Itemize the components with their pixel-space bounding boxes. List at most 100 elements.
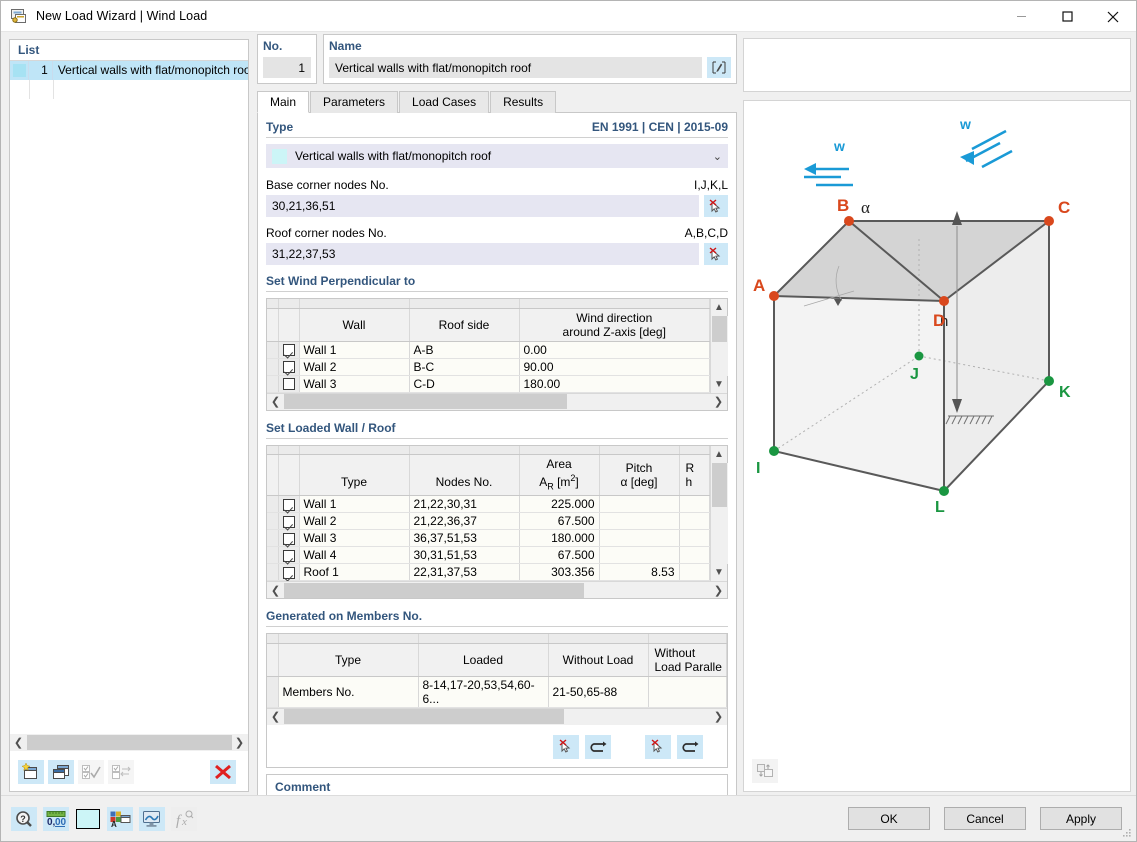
color-swatch-icon xyxy=(76,809,100,829)
scroll-thumb[interactable] xyxy=(284,709,564,724)
scroll-thumb[interactable] xyxy=(284,583,584,598)
name-field-group: Name Vertical walls with flat/monopitch … xyxy=(323,34,737,84)
wind-perp-checkbox[interactable] xyxy=(278,375,299,392)
name-input[interactable]: Vertical walls with flat/monopitch roof xyxy=(329,57,702,78)
table-row[interactable]: Roof 1 22,31,37,53 303.356 8.53 xyxy=(267,564,710,581)
scroll-right-icon[interactable]: ❯ xyxy=(710,584,727,597)
scroll-left-icon[interactable]: ❮ xyxy=(267,710,284,723)
tab-load-cases[interactable]: Load Cases xyxy=(399,91,489,113)
table-row[interactable]: Wall 3 36,37,51,53 180.000 xyxy=(267,530,710,547)
tab-parameters[interactable]: Parameters xyxy=(310,91,398,113)
pick-node-cursor-icon[interactable] xyxy=(704,195,728,217)
scroll-left-icon[interactable]: ❮ xyxy=(267,395,284,408)
maximize-button[interactable] xyxy=(1044,1,1090,32)
loaded-wall-vertical-scrollbar[interactable]: ▲ ▼ xyxy=(710,446,727,582)
scroll-thumb[interactable] xyxy=(712,316,727,342)
loaded-wall-checkbox[interactable] xyxy=(278,513,299,530)
close-button[interactable] xyxy=(1090,1,1136,32)
formula-button[interactable]: f x xyxy=(171,807,197,831)
type-combobox[interactable]: Vertical walls with flat/monopitch roof … xyxy=(266,144,728,168)
roof-corner-input[interactable]: 31,22,37,53 xyxy=(266,243,699,265)
generated-members-grid: Type Loaded Without Load Without Load Pa… xyxy=(267,634,727,708)
scroll-track[interactable] xyxy=(711,463,728,565)
wind-perp-checkbox[interactable] xyxy=(278,341,299,358)
reset-loaded-members-button[interactable] xyxy=(585,735,611,759)
type-selected-value: Vertical walls with flat/monopitch roof xyxy=(295,149,491,163)
table-row[interactable]: Members No. 8-14,17-20,53,54,60-6... 21-… xyxy=(267,676,727,707)
tab-main[interactable]: Main xyxy=(257,91,309,113)
scroll-track[interactable] xyxy=(284,393,710,410)
scroll-thumb[interactable] xyxy=(27,735,232,750)
list-item[interactable]: 1 Vertical walls with flat/monopitch roo… xyxy=(10,61,248,80)
expand-diagram-icon[interactable] xyxy=(752,759,778,783)
loaded-wall-horizontal-scrollbar[interactable]: ❮ ❯ xyxy=(267,581,727,598)
table-row[interactable]: Wall 3 C-D 180.00 xyxy=(267,375,710,392)
wind-perp-checkbox[interactable] xyxy=(278,358,299,375)
scroll-down-icon[interactable]: ▼ xyxy=(711,376,728,393)
scroll-right-icon[interactable]: ❯ xyxy=(231,734,248,751)
loaded-wall-header-row: Type Nodes No. Area AR [m2] Pitch α [deg… xyxy=(267,455,710,496)
scroll-track[interactable] xyxy=(284,582,710,599)
table-row[interactable]: Wall 4 30,31,51,53 67.500 xyxy=(267,547,710,564)
generated-horizontal-scrollbar[interactable]: ❮ ❯ xyxy=(267,708,727,725)
scroll-left-icon[interactable]: ❮ xyxy=(10,734,27,751)
minimize-button[interactable] xyxy=(998,1,1044,32)
window-title: New Load Wizard | Wind Load xyxy=(36,9,207,23)
tab-results[interactable]: Results xyxy=(490,91,556,113)
table-row[interactable]: Wall 2 B-C 90.00 xyxy=(267,358,710,375)
wind-perp-col-wall: Wall xyxy=(299,308,409,341)
copy-item-button[interactable] xyxy=(48,760,74,784)
list-header-label: List xyxy=(10,40,248,61)
color-button[interactable] xyxy=(75,807,101,831)
wind-perp-vertical-scrollbar[interactable]: ▲ ▼ xyxy=(710,299,727,393)
scroll-right-icon[interactable]: ❯ xyxy=(710,395,727,408)
ok-button[interactable]: OK xyxy=(848,807,930,830)
wind-perp-horizontal-scrollbar[interactable]: ❮ ❯ xyxy=(267,393,727,410)
loaded-wall-checkbox[interactable] xyxy=(278,547,299,564)
delete-item-button[interactable] xyxy=(210,760,236,784)
pick-unloaded-members-button[interactable] xyxy=(645,735,671,759)
new-item-button[interactable] xyxy=(18,760,44,784)
scroll-track[interactable] xyxy=(711,316,728,376)
units-button[interactable]: 0, 00 xyxy=(43,807,69,831)
scroll-left-icon[interactable]: ❮ xyxy=(267,584,284,597)
scroll-down-icon[interactable]: ▼ xyxy=(711,564,728,581)
scroll-right-icon[interactable]: ❯ xyxy=(710,710,727,723)
generated-col-loaded: Loaded xyxy=(418,643,548,676)
number-input[interactable]: 1 xyxy=(263,57,311,78)
resize-grip-icon[interactable] xyxy=(1122,828,1132,838)
table-row[interactable]: Wall 2 21,22,36,37 67.500 xyxy=(267,513,710,530)
generated-col-without-load: Without Load xyxy=(548,643,648,676)
list-horizontal-scrollbar[interactable]: ❮ ❯ xyxy=(10,734,248,751)
loaded-wall-checkbox[interactable] xyxy=(278,496,299,513)
scroll-track[interactable] xyxy=(284,708,710,725)
loaded-wall-col-type: Type xyxy=(299,455,409,496)
info-button[interactable]: ? xyxy=(11,807,37,831)
base-corner-input[interactable]: 30,21,36,51 xyxy=(266,195,699,217)
check-all-button[interactable] xyxy=(78,760,104,784)
display-properties-button[interactable]: A xyxy=(107,807,133,831)
node-label-K: K xyxy=(1059,384,1071,401)
edit-pencil-icon[interactable] xyxy=(707,57,731,78)
pick-node-cursor-icon[interactable] xyxy=(704,243,728,265)
standard-label: EN 1991 | CEN | 2015-09 xyxy=(592,120,728,134)
invert-selection-button[interactable] xyxy=(108,760,134,784)
wind-label-right: w xyxy=(959,116,971,132)
scroll-up-icon[interactable]: ▲ xyxy=(711,446,728,463)
render-button[interactable] xyxy=(139,807,165,831)
number-field-group: No. 1 xyxy=(257,34,317,84)
table-row[interactable]: Wall 1 A-B 0.00 xyxy=(267,341,710,358)
pick-loaded-members-button[interactable] xyxy=(553,735,579,759)
scroll-track[interactable] xyxy=(27,734,231,751)
chevron-down-icon[interactable]: ⌄ xyxy=(713,150,722,163)
scroll-thumb[interactable] xyxy=(712,463,727,507)
apply-button[interactable]: Apply xyxy=(1040,807,1122,830)
scroll-up-icon[interactable]: ▲ xyxy=(711,299,728,316)
loaded-wall-checkbox[interactable] xyxy=(278,564,299,581)
scroll-thumb[interactable] xyxy=(284,394,567,409)
cancel-button[interactable]: Cancel xyxy=(944,807,1026,830)
table-row[interactable]: Wall 1 21,22,30,31 225.000 xyxy=(267,496,710,513)
generated-without-load: 21-50,65-88 xyxy=(548,676,648,707)
reset-unloaded-members-button[interactable] xyxy=(677,735,703,759)
loaded-wall-checkbox[interactable] xyxy=(278,530,299,547)
